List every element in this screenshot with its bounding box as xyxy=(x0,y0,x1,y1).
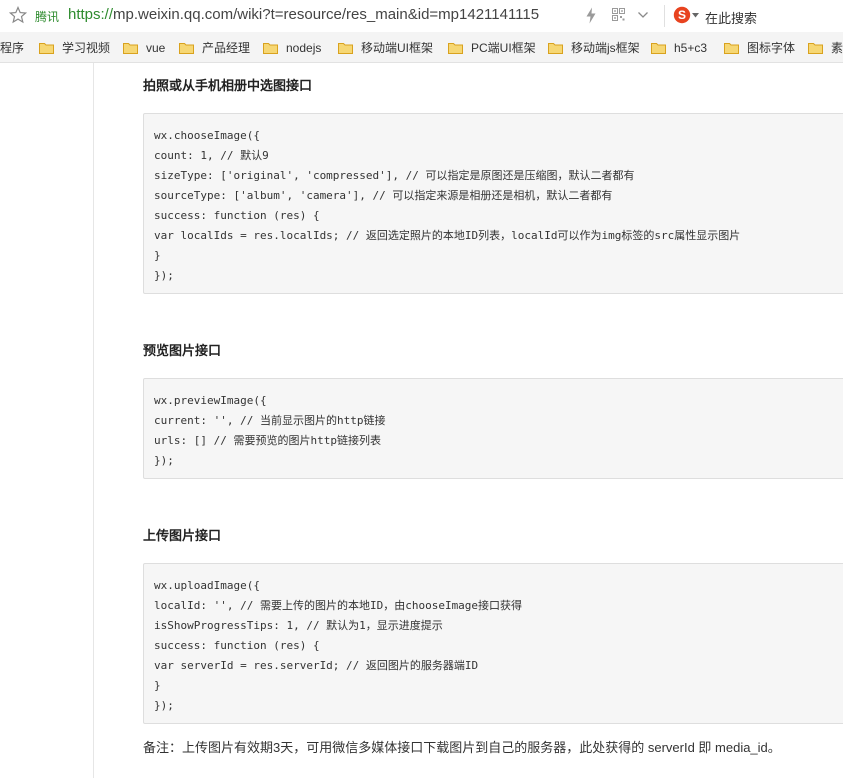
bookmark-label: 图标字体 xyxy=(747,41,796,55)
bookmark-label: 移动端js框架 xyxy=(571,41,640,55)
code-line: var serverId = res.serverId; // 返回图片的服务器… xyxy=(154,659,479,672)
svg-text:S: S xyxy=(678,8,686,22)
code-line: }); xyxy=(154,699,174,712)
folder-icon xyxy=(39,42,54,54)
code-line: }); xyxy=(154,454,174,467)
bookmark-folder[interactable]: 素 xyxy=(808,32,843,62)
bookmark-folder[interactable]: 移动端js框架 xyxy=(548,32,640,62)
sogou-search-engine-icon[interactable]: S xyxy=(673,6,691,24)
bookmark-label: 素 xyxy=(831,41,843,55)
code-line: count: 1, // 默认9 xyxy=(154,149,269,162)
code-line: } xyxy=(154,249,161,262)
section-title-upload-image: 上传图片接口 xyxy=(143,528,222,543)
section-title-preview-image: 预览图片接口 xyxy=(143,343,222,358)
caret-down-icon[interactable] xyxy=(692,13,699,18)
folder-icon xyxy=(548,42,563,54)
bookmark-folder[interactable]: vue xyxy=(123,32,166,62)
code-line: var localIds = res.localIds; // 返回选定照片的本… xyxy=(154,229,741,242)
folder-icon xyxy=(123,42,138,54)
bookmark-folder[interactable]: h5+c3 xyxy=(651,32,708,62)
address-bar: 腾讯 https://mp.weixin.qq.com/wiki?t=resou… xyxy=(0,0,843,32)
url-protocol: https:// xyxy=(68,6,114,23)
folder-icon xyxy=(179,42,194,54)
lightning-icon[interactable] xyxy=(585,7,597,24)
bookmark-folder[interactable]: 移动端UI框架 xyxy=(338,32,434,62)
code-line: localId: '', // 需要上传的图片的本地ID，由chooseImag… xyxy=(154,599,523,612)
bookmark-label: 产品经理 xyxy=(202,41,251,55)
bookmark-item[interactable]: 程序 xyxy=(0,32,25,62)
page-content: 拍照或从手机相册中选图接口 wx.chooseImage({ count: 1,… xyxy=(0,63,843,778)
code-line: wx.chooseImage({ xyxy=(154,129,260,142)
url-field[interactable]: https://mp.weixin.qq.com/wiki?t=resource… xyxy=(68,6,539,23)
code-block-upload-image: wx.uploadImage({ localId: '', // 需要上传的图片… xyxy=(143,563,843,724)
folder-icon xyxy=(724,42,739,54)
bookmark-label: nodejs xyxy=(286,40,322,55)
toolbar-divider xyxy=(664,5,665,27)
qr-code-icon[interactable] xyxy=(612,8,625,21)
folder-icon xyxy=(448,42,463,54)
folder-icon xyxy=(808,42,823,54)
bookmark-folder[interactable]: 产品经理 xyxy=(179,32,251,62)
bookmark-folder[interactable]: PC端UI框架 xyxy=(448,32,536,62)
code-line: success: function (res) { xyxy=(154,639,320,652)
upload-note: 备注：上传图片有效期3天，可用微信多媒体接口下载图片到自己的服务器，此处获得的 … xyxy=(143,740,781,755)
folder-icon xyxy=(651,42,666,54)
code-line: success: function (res) { xyxy=(154,209,320,222)
code-line: current: '', // 当前显示图片的http链接 xyxy=(154,414,386,427)
code-line: sourceType: ['album', 'camera'], // 可以指定… xyxy=(154,189,613,202)
bookmark-folder[interactable]: 图标字体 xyxy=(724,32,796,62)
folder-icon xyxy=(338,42,353,54)
site-identity[interactable]: 腾讯 xyxy=(35,8,59,25)
bookmark-label: PC端UI框架 xyxy=(471,41,536,55)
code-block-choose-image: wx.chooseImage({ count: 1, // 默认9 sizeTy… xyxy=(143,113,843,294)
bookmark-star-icon[interactable] xyxy=(9,6,27,24)
code-line: }); xyxy=(154,269,174,282)
bookmark-label: 移动端UI框架 xyxy=(361,41,434,55)
search-box-placeholder[interactable]: 在此搜索 xyxy=(705,8,757,27)
bookmarks-bar: 程序 学习视频 vue 产品经理 nodejs 移动端UI框架 PC端UI框架 … xyxy=(0,32,843,63)
bookmark-label: 程序 xyxy=(0,41,25,55)
code-block-preview-image: wx.previewImage({ current: '', // 当前显示图片… xyxy=(143,378,843,479)
code-line: urls: [] // 需要预览的图片http链接列表 xyxy=(154,434,381,447)
bookmark-label: 学习视频 xyxy=(62,41,111,55)
bookmark-label: h5+c3 xyxy=(674,40,708,55)
code-line: } xyxy=(154,679,161,692)
sidebar-divider xyxy=(93,63,94,778)
bookmark-folder[interactable]: 学习视频 xyxy=(39,32,111,62)
folder-icon xyxy=(263,42,278,54)
chevron-down-icon[interactable] xyxy=(637,9,649,21)
code-line: wx.previewImage({ xyxy=(154,394,267,407)
code-line: isShowProgressTips: 1, // 默认为1，显示进度提示 xyxy=(154,619,443,632)
bookmark-folder[interactable]: nodejs xyxy=(263,32,322,62)
code-line: wx.uploadImage({ xyxy=(154,579,260,592)
section-title-choose-image: 拍照或从手机相册中选图接口 xyxy=(143,78,313,93)
code-line: sizeType: ['original', 'compressed'], //… xyxy=(154,169,635,182)
bookmark-label: vue xyxy=(146,40,166,55)
url-path: mp.weixin.qq.com/wiki?t=resource/res_mai… xyxy=(113,6,540,23)
